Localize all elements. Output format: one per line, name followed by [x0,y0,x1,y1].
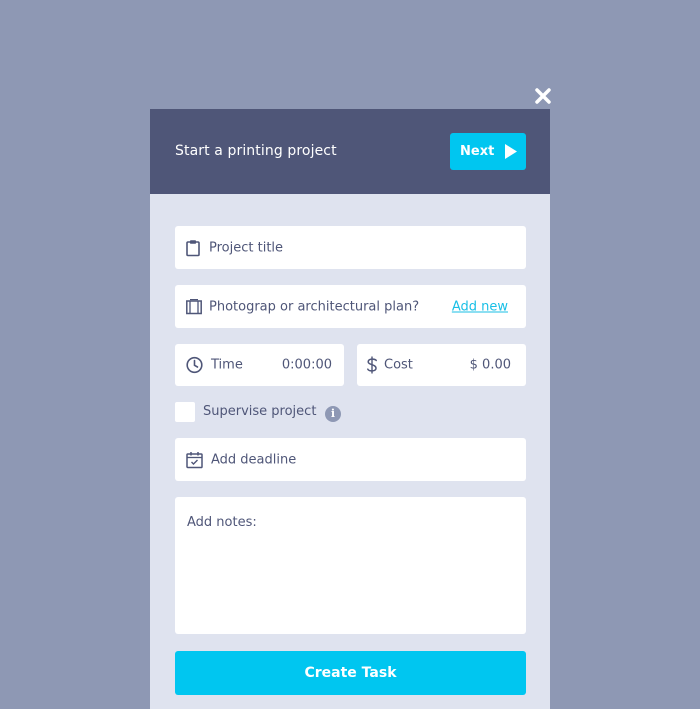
play-icon [505,144,517,159]
add-new-link[interactable]: Add new [452,299,508,314]
time-field[interactable]: Time 0:00:00 [175,344,344,386]
close-icon [535,88,551,104]
deadline-field[interactable]: Add deadline [175,438,526,481]
supervise-label: Supervise project [203,404,317,419]
info-icon[interactable]: i [325,406,341,422]
cost-label: Cost [384,357,413,373]
project-modal: Start a printing project Next Project ti… [150,109,550,709]
next-button[interactable]: Next [450,133,526,170]
close-button[interactable] [533,86,553,106]
create-task-button[interactable]: Create Task [175,651,526,695]
plan-placeholder: Photograp or architectural plan? [209,299,420,314]
project-title-placeholder: Project title [209,240,284,255]
time-value: 0:00:00 [281,357,332,373]
clipboard-icon [186,239,200,256]
cost-value: $ 0.00 [469,357,511,373]
supervise-checkbox[interactable] [175,402,195,422]
dollar-icon [366,356,378,374]
cost-field[interactable]: Cost $ 0.00 [357,344,526,386]
next-button-label: Next [460,144,495,159]
calendar-icon [186,451,203,468]
plan-field[interactable]: Photograp or architectural plan? Add new [175,285,526,328]
time-label: Time [211,357,243,373]
notes-placeholder: Add notes: [187,515,257,530]
notes-textarea[interactable]: Add notes: [175,497,526,634]
clock-icon [186,356,203,374]
deadline-placeholder: Add deadline [211,452,297,467]
modal-header: Start a printing project Next [150,109,550,194]
project-title-field[interactable]: Project title [175,226,526,269]
modal-title: Start a printing project [175,143,337,159]
document-icon [186,298,202,315]
